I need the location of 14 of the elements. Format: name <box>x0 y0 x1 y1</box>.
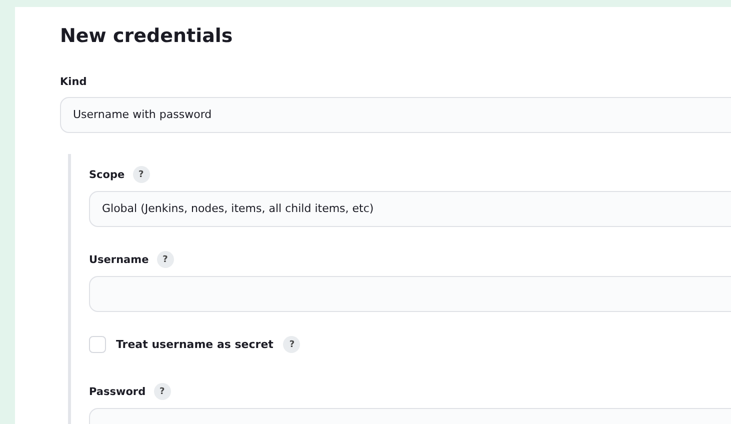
field-label: Username <box>89 252 149 266</box>
checkbox[interactable] <box>89 336 106 353</box>
help-icon[interactable]: ? <box>283 336 300 353</box>
scope-select[interactable]: Global (Jenkins, nodes, items, all child items, etc) <box>89 191 731 227</box>
page-title: New credentials <box>60 24 234 48</box>
help-icon[interactable]: ? <box>132 166 150 183</box>
username-field[interactable] <box>89 276 731 312</box>
help-icon[interactable]: ? <box>154 383 171 400</box>
field-label: Treat username as secret <box>116 338 274 352</box>
field-label: Kind <box>60 75 87 89</box>
kind-select[interactable]: Username with password <box>60 97 731 133</box>
field-label: Password <box>89 384 146 398</box>
help-icon[interactable]: ? <box>156 251 174 268</box>
field-label: Scope <box>89 168 125 182</box>
